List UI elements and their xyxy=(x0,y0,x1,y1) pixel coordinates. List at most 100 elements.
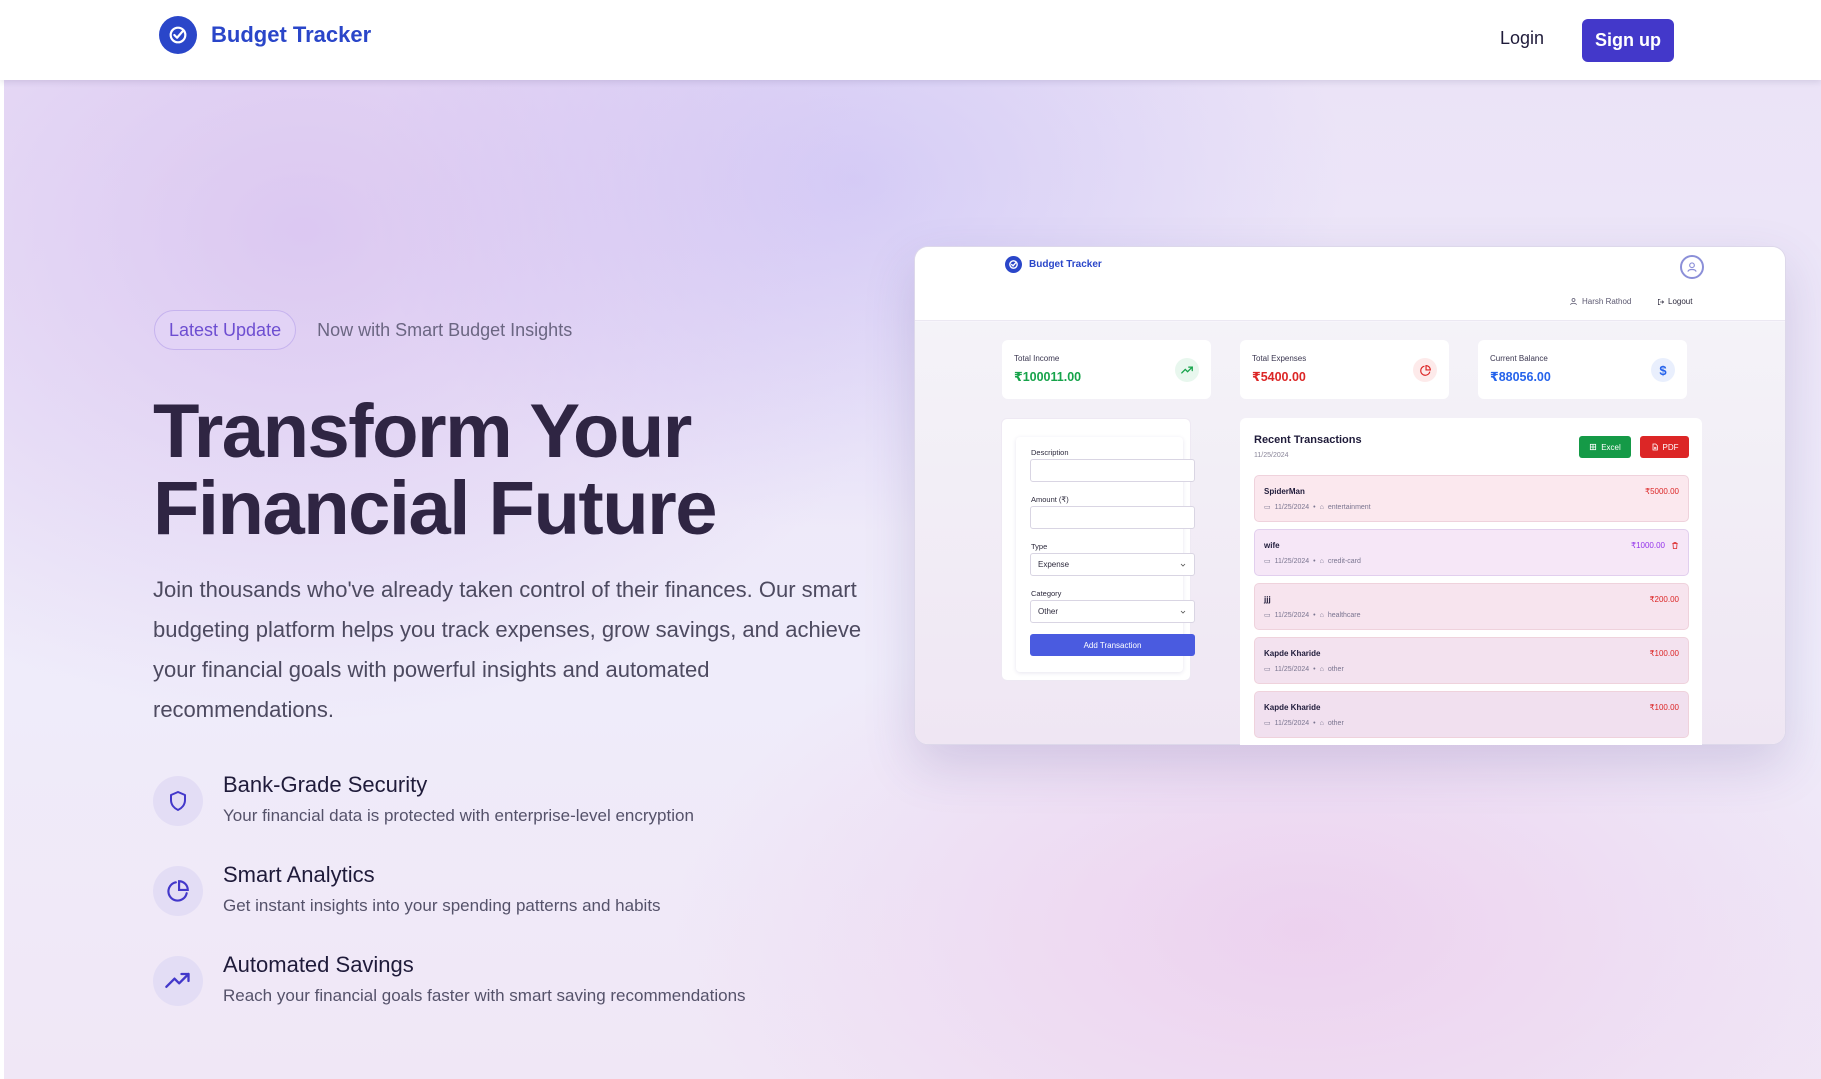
latest-update-badge: Latest Update xyxy=(154,310,297,350)
calendar-icon: ▭ xyxy=(1264,504,1271,511)
transaction-row[interactable]: Kapde Kharide ▭ 11/25/2024 • ⌂ other ₹10… xyxy=(1254,691,1689,738)
trash-icon[interactable] xyxy=(1671,541,1679,550)
feature-description: Your financial data is protected with en… xyxy=(223,806,694,825)
transaction-amount: ₹100.00 xyxy=(1649,703,1679,712)
transaction-amount-wrap: ₹200.00 xyxy=(1649,595,1679,604)
transaction-amount: ₹100.00 xyxy=(1649,649,1679,658)
amount-input[interactable] xyxy=(1030,506,1195,529)
tag-icon: ⌂ xyxy=(1319,611,1324,619)
shield-icon xyxy=(153,776,203,826)
transaction-amount: ₹5000.00 xyxy=(1644,487,1679,496)
preview-logout-label: Logout xyxy=(1668,297,1693,306)
signup-button[interactable]: Sign up xyxy=(1582,19,1674,62)
feature-title: Automated Savings xyxy=(223,952,414,977)
transaction-row[interactable]: wife ▭ 11/25/2024 • ⌂ credit-card ₹1000.… xyxy=(1254,529,1689,576)
logout-icon xyxy=(1658,298,1665,305)
avatar-icon[interactable] xyxy=(1680,255,1704,279)
brand-name: Budget Tracker xyxy=(211,22,372,47)
user-icon xyxy=(1570,298,1577,306)
pie-chart-icon xyxy=(1413,358,1437,382)
category-select[interactable]: Other xyxy=(1030,600,1195,623)
preview-header: Budget Tracker Harsh Rathod Logout xyxy=(915,247,1785,321)
transaction-category: other xyxy=(1327,665,1344,673)
category-select-value: Other xyxy=(1038,607,1059,616)
preview-user: Harsh Rathod xyxy=(1569,297,1631,306)
preview-logo-icon xyxy=(1005,256,1022,273)
transaction-date: 11/25/2024 xyxy=(1274,665,1310,673)
transactions-title: Recent Transactions xyxy=(1254,434,1362,446)
transaction-category: entertainment xyxy=(1327,503,1371,511)
file-icon xyxy=(1652,443,1658,451)
transaction-meta: ▭ 11/25/2024 • ⌂ healthcare xyxy=(1264,611,1361,620)
preview-brand: Budget Tracker xyxy=(1005,256,1102,273)
dollar-icon: $ xyxy=(1651,358,1675,382)
transaction-date: 11/25/2024 xyxy=(1274,719,1310,727)
calendar-icon: ▭ xyxy=(1264,612,1271,619)
export-pdf-button[interactable]: PDF xyxy=(1640,436,1689,458)
description-input[interactable] xyxy=(1030,459,1195,482)
transactions-date: 11/25/2024 xyxy=(1254,452,1289,459)
transaction-date: 11/25/2024 xyxy=(1274,503,1310,511)
stat-value: ₹100011.00 xyxy=(1014,370,1082,384)
feature-description: Reach your financial goals faster with s… xyxy=(223,986,746,1005)
form-panel: Description Amount (₹) Type Expense Cate… xyxy=(1016,437,1195,672)
feature-item: Smart Analytics Get instant insights int… xyxy=(153,860,661,916)
separator-dot: • xyxy=(1313,665,1316,673)
separator-dot: • xyxy=(1313,557,1316,565)
transaction-amount-wrap: ₹5000.00 xyxy=(1645,487,1679,496)
feature-item: Automated Savings Reach your financial g… xyxy=(153,950,746,1006)
transaction-name: jjj xyxy=(1264,595,1271,604)
pie-chart-icon xyxy=(153,866,203,916)
recent-transactions: Recent Transactions 11/25/2024 Excel PDF… xyxy=(1240,418,1702,745)
transaction-amount: ₹200.00 xyxy=(1649,595,1679,604)
amount-label: Amount (₹) xyxy=(1031,495,1069,504)
add-transaction-button[interactable]: Add Transaction xyxy=(1030,634,1195,656)
transaction-meta: ▭ 11/25/2024 • ⌂ other xyxy=(1264,719,1344,728)
chevron-down-icon xyxy=(1180,610,1186,614)
preview-brand-name: Budget Tracker xyxy=(1029,259,1102,270)
description-label: Description xyxy=(1031,448,1069,457)
transaction-date: 11/25/2024 xyxy=(1274,557,1310,565)
stat-value: ₹88056.00 xyxy=(1490,370,1551,384)
transaction-name: Kapde Kharide xyxy=(1264,649,1321,658)
chevron-down-icon xyxy=(1180,563,1186,567)
transaction-amount-wrap: ₹1000.00 xyxy=(1631,541,1679,550)
preview-user-name: Harsh Rathod xyxy=(1582,297,1632,306)
trending-up-icon xyxy=(153,956,203,1006)
tag-icon: ⌂ xyxy=(1319,719,1324,727)
excel-label: Excel xyxy=(1601,442,1621,452)
transaction-meta: ▭ 11/25/2024 • ⌂ credit-card xyxy=(1264,557,1361,566)
feature-description: Get instant insights into your spending … xyxy=(223,896,661,915)
export-excel-button[interactable]: Excel xyxy=(1579,436,1631,458)
transaction-row[interactable]: jjj ▭ 11/25/2024 • ⌂ healthcare ₹200.00 xyxy=(1254,583,1689,630)
brand[interactable]: Budget Tracker xyxy=(159,16,371,54)
stat-card-expenses: Total Expenses ₹5400.00 xyxy=(1240,340,1449,399)
hero-subtext: Join thousands who've already taken cont… xyxy=(153,577,862,722)
transaction-name: Kapde Kharide xyxy=(1264,703,1321,712)
preview-logout-button[interactable]: Logout xyxy=(1657,297,1692,306)
transaction-amount: ₹1000.00 xyxy=(1630,541,1665,550)
stat-card-income: Total Income ₹100011.00 xyxy=(1002,340,1211,399)
tag-icon: ⌂ xyxy=(1319,557,1324,565)
transaction-amount-wrap: ₹100.00 xyxy=(1649,703,1679,712)
transaction-row[interactable]: SpiderMan ▭ 11/25/2024 • ⌂ entertainment… xyxy=(1254,475,1689,522)
login-link[interactable]: Login xyxy=(1500,28,1544,49)
feature-title: Bank-Grade Security xyxy=(223,772,428,797)
top-navbar: Budget Tracker Login Sign up xyxy=(0,0,1821,80)
transaction-category: credit-card xyxy=(1327,557,1361,565)
tag-icon: ⌂ xyxy=(1319,503,1324,511)
calendar-icon: ▭ xyxy=(1264,558,1271,565)
feature-title: Smart Analytics xyxy=(223,862,375,887)
preview-bottom-edge xyxy=(914,745,1786,765)
trending-up-icon xyxy=(1175,358,1199,382)
transaction-meta: ▭ 11/25/2024 • ⌂ entertainment xyxy=(1264,503,1371,512)
transaction-category: healthcare xyxy=(1327,611,1361,619)
stat-value: ₹5400.00 xyxy=(1252,370,1306,384)
transaction-meta: ▭ 11/25/2024 • ⌂ other xyxy=(1264,665,1344,674)
category-label: Category xyxy=(1031,589,1062,598)
update-badge-text: Now with Smart Budget Insights xyxy=(317,319,573,340)
type-select[interactable]: Expense xyxy=(1030,553,1195,576)
transaction-row[interactable]: Kapde Kharide ▭ 11/25/2024 • ⌂ other ₹10… xyxy=(1254,637,1689,684)
separator-dot: • xyxy=(1313,503,1316,511)
separator-dot: • xyxy=(1313,611,1316,619)
